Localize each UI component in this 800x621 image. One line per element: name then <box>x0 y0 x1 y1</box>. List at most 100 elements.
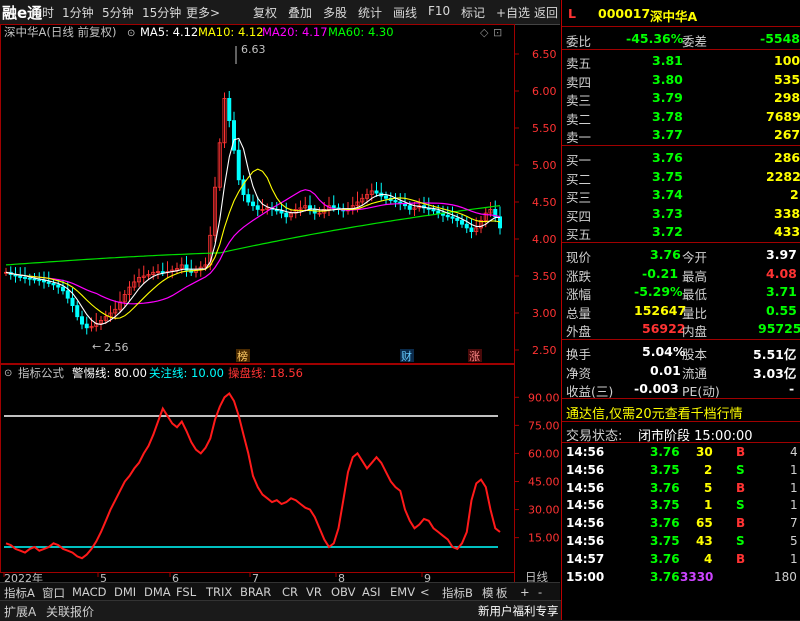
status-promo[interactable]: 新用户福利专享 <box>478 603 559 619</box>
tb-timeshare[interactable]: 分时 <box>30 4 54 21</box>
tick-volume: 1 <box>704 498 713 513</box>
indicator-tab[interactable]: - <box>538 585 542 599</box>
stat-value-2: 95725 <box>758 321 800 337</box>
op-line-label: 操盘线: 18.56 <box>228 366 303 380</box>
tick-volume: 5 <box>704 480 713 495</box>
bid-price: 3.75 <box>652 168 683 184</box>
tb-add-fav[interactable]: +自选 <box>496 4 530 21</box>
separator <box>562 26 800 27</box>
tick-side: B <box>736 551 746 566</box>
indicator-y-tick-label: 60.00 <box>528 447 560 460</box>
ma10-label: MA10: 4.12 <box>198 25 264 39</box>
bid-price: 3.72 <box>652 224 683 240</box>
ask-price: 3.80 <box>652 71 683 87</box>
tick-count: 5 <box>790 534 798 548</box>
main-y-tick-label: 6.00 <box>532 85 557 98</box>
tick-price: 3.75 <box>650 498 680 513</box>
ask-volume: 7689 <box>766 108 800 124</box>
tb-1min[interactable]: 1分钟 <box>62 4 94 21</box>
quote-flag: L <box>568 6 576 21</box>
candle-body <box>255 205 260 210</box>
tb-draw[interactable]: 画线 <box>393 4 417 21</box>
tick-price: 3.75 <box>650 534 680 548</box>
main-y-tick-label: 3.00 <box>532 307 557 320</box>
stat2-value-2: 5.51亿 <box>753 347 797 362</box>
candle-body <box>431 208 436 212</box>
indicator-tab[interactable]: 窗口 <box>42 585 65 601</box>
indicator-name[interactable]: 指标公式 <box>18 366 64 380</box>
tick-volume: 3330 <box>680 569 714 584</box>
event-mark-zhang[interactable]: 涨 <box>469 350 480 363</box>
main-y-axis: 6.50 6.00 5.50 5.00 4.50 4.00 3.50 3.00 2.50 <box>514 48 557 357</box>
stat2-label: 净资 <box>566 365 592 381</box>
tb-mark[interactable]: 标记 <box>461 4 485 21</box>
ma5-line <box>5 137 500 325</box>
ma-toggle-icon[interactable]: ⊙ <box>127 28 135 39</box>
bid-volume: 338 <box>774 205 800 221</box>
window-toggle-icon[interactable]: ⊡ <box>493 26 502 39</box>
indicator-tab[interactable]: CR <box>282 585 298 599</box>
min-marker-arrow: ← <box>92 340 101 353</box>
candle-body <box>75 305 80 318</box>
indicator-y-tick-label: 90.00 <box>528 391 560 404</box>
indicator-tab[interactable]: 指标B <box>442 585 473 601</box>
tb-5min[interactable]: 5分钟 <box>102 4 134 21</box>
indicator-tab[interactable]: + <box>520 585 530 599</box>
indicator-tab[interactable]: DMA <box>144 585 171 599</box>
indicator-tabs: 指标A 窗口 MACD DMI DMA FSL TRIX BRAR CR VR OBV ASI EMV <… <box>0 582 560 601</box>
status-related-quote[interactable]: 关联报价 <box>46 603 94 620</box>
indicator-tab[interactable]: ASI <box>362 585 381 599</box>
stat2-label-2: 流通 <box>682 365 708 381</box>
ad-banner[interactable]: 通达信,仅需20元查看千档行情 <box>566 403 743 422</box>
indicator-tab[interactable]: BRAR <box>240 585 271 599</box>
ask-volume: 267 <box>774 127 800 143</box>
indicator-tab[interactable]: EMV <box>390 585 415 599</box>
ask-label: 卖三 <box>566 93 592 109</box>
separator <box>562 49 800 50</box>
indicator-y-axis: 90.00 75.00 60.00 45.00 30.00 15.00 <box>514 391 560 545</box>
tb-15min[interactable]: 15分钟 <box>142 4 181 21</box>
main-y-tick-label: 5.50 <box>532 122 557 135</box>
indicator-tab[interactable]: MACD <box>72 585 106 599</box>
candle-body <box>374 190 379 194</box>
tick-side: B <box>736 445 746 459</box>
indicator-tab[interactable]: FSL <box>176 585 196 599</box>
indicator-tab[interactable]: TRIX <box>206 585 232 599</box>
max-label: 6.63 <box>241 43 266 56</box>
tick-count: 7 <box>790 516 798 531</box>
indicator-tab[interactable]: 板 <box>496 585 508 601</box>
indicator-tab[interactable]: VR <box>306 585 322 599</box>
tick-volume: 30 <box>696 445 713 459</box>
candle-body <box>393 200 398 203</box>
indicator-tab[interactable]: DMI <box>114 585 136 599</box>
bid-volume: 286 <box>774 150 800 165</box>
tick-side: B <box>736 516 746 531</box>
stat-value-2: 3.97 <box>766 247 797 262</box>
stat-value-2: 0.55 <box>766 302 797 318</box>
indicator-menu-icon[interactable]: ⊙ <box>4 368 12 379</box>
candle-body <box>284 212 289 218</box>
tb-multi[interactable]: 多股 <box>323 4 347 21</box>
tick-volume: 4 <box>704 551 713 566</box>
tb-fuquan[interactable]: 复权 <box>253 4 277 21</box>
stat-label-2: 内盘 <box>682 324 708 340</box>
candle-body <box>450 216 455 219</box>
tb-stats[interactable]: 统计 <box>358 4 382 21</box>
kline-chart[interactable]: 6.50 6.00 5.50 5.00 4.50 4.00 3.50 3.00 2.50 90.… <box>0 24 560 586</box>
tb-overlay[interactable]: 叠加 <box>288 4 312 21</box>
indicator-tab[interactable]: 指标A <box>4 585 35 601</box>
indicator-y-tick-label: 15.00 <box>528 532 560 545</box>
indicator-tab[interactable]: OBV <box>331 585 355 599</box>
tb-more[interactable]: 更多> <box>186 4 220 21</box>
indicator-tab[interactable]: 模 <box>482 585 494 601</box>
diamond-icon[interactable]: ◇ <box>480 26 489 39</box>
tick-volume: 65 <box>696 516 713 531</box>
status-expand[interactable]: 扩展A <box>4 603 36 620</box>
tb-back[interactable]: 返回 <box>534 4 558 21</box>
event-mark-bang[interactable]: 榜 <box>237 349 248 363</box>
event-mark-cai[interactable]: 财 <box>401 349 412 363</box>
indicator-tab[interactable]: < <box>420 585 430 599</box>
ask-volume: 535 <box>774 71 800 87</box>
tick-volume: 43 <box>696 534 713 548</box>
tb-f10[interactable]: F10 <box>428 4 450 18</box>
